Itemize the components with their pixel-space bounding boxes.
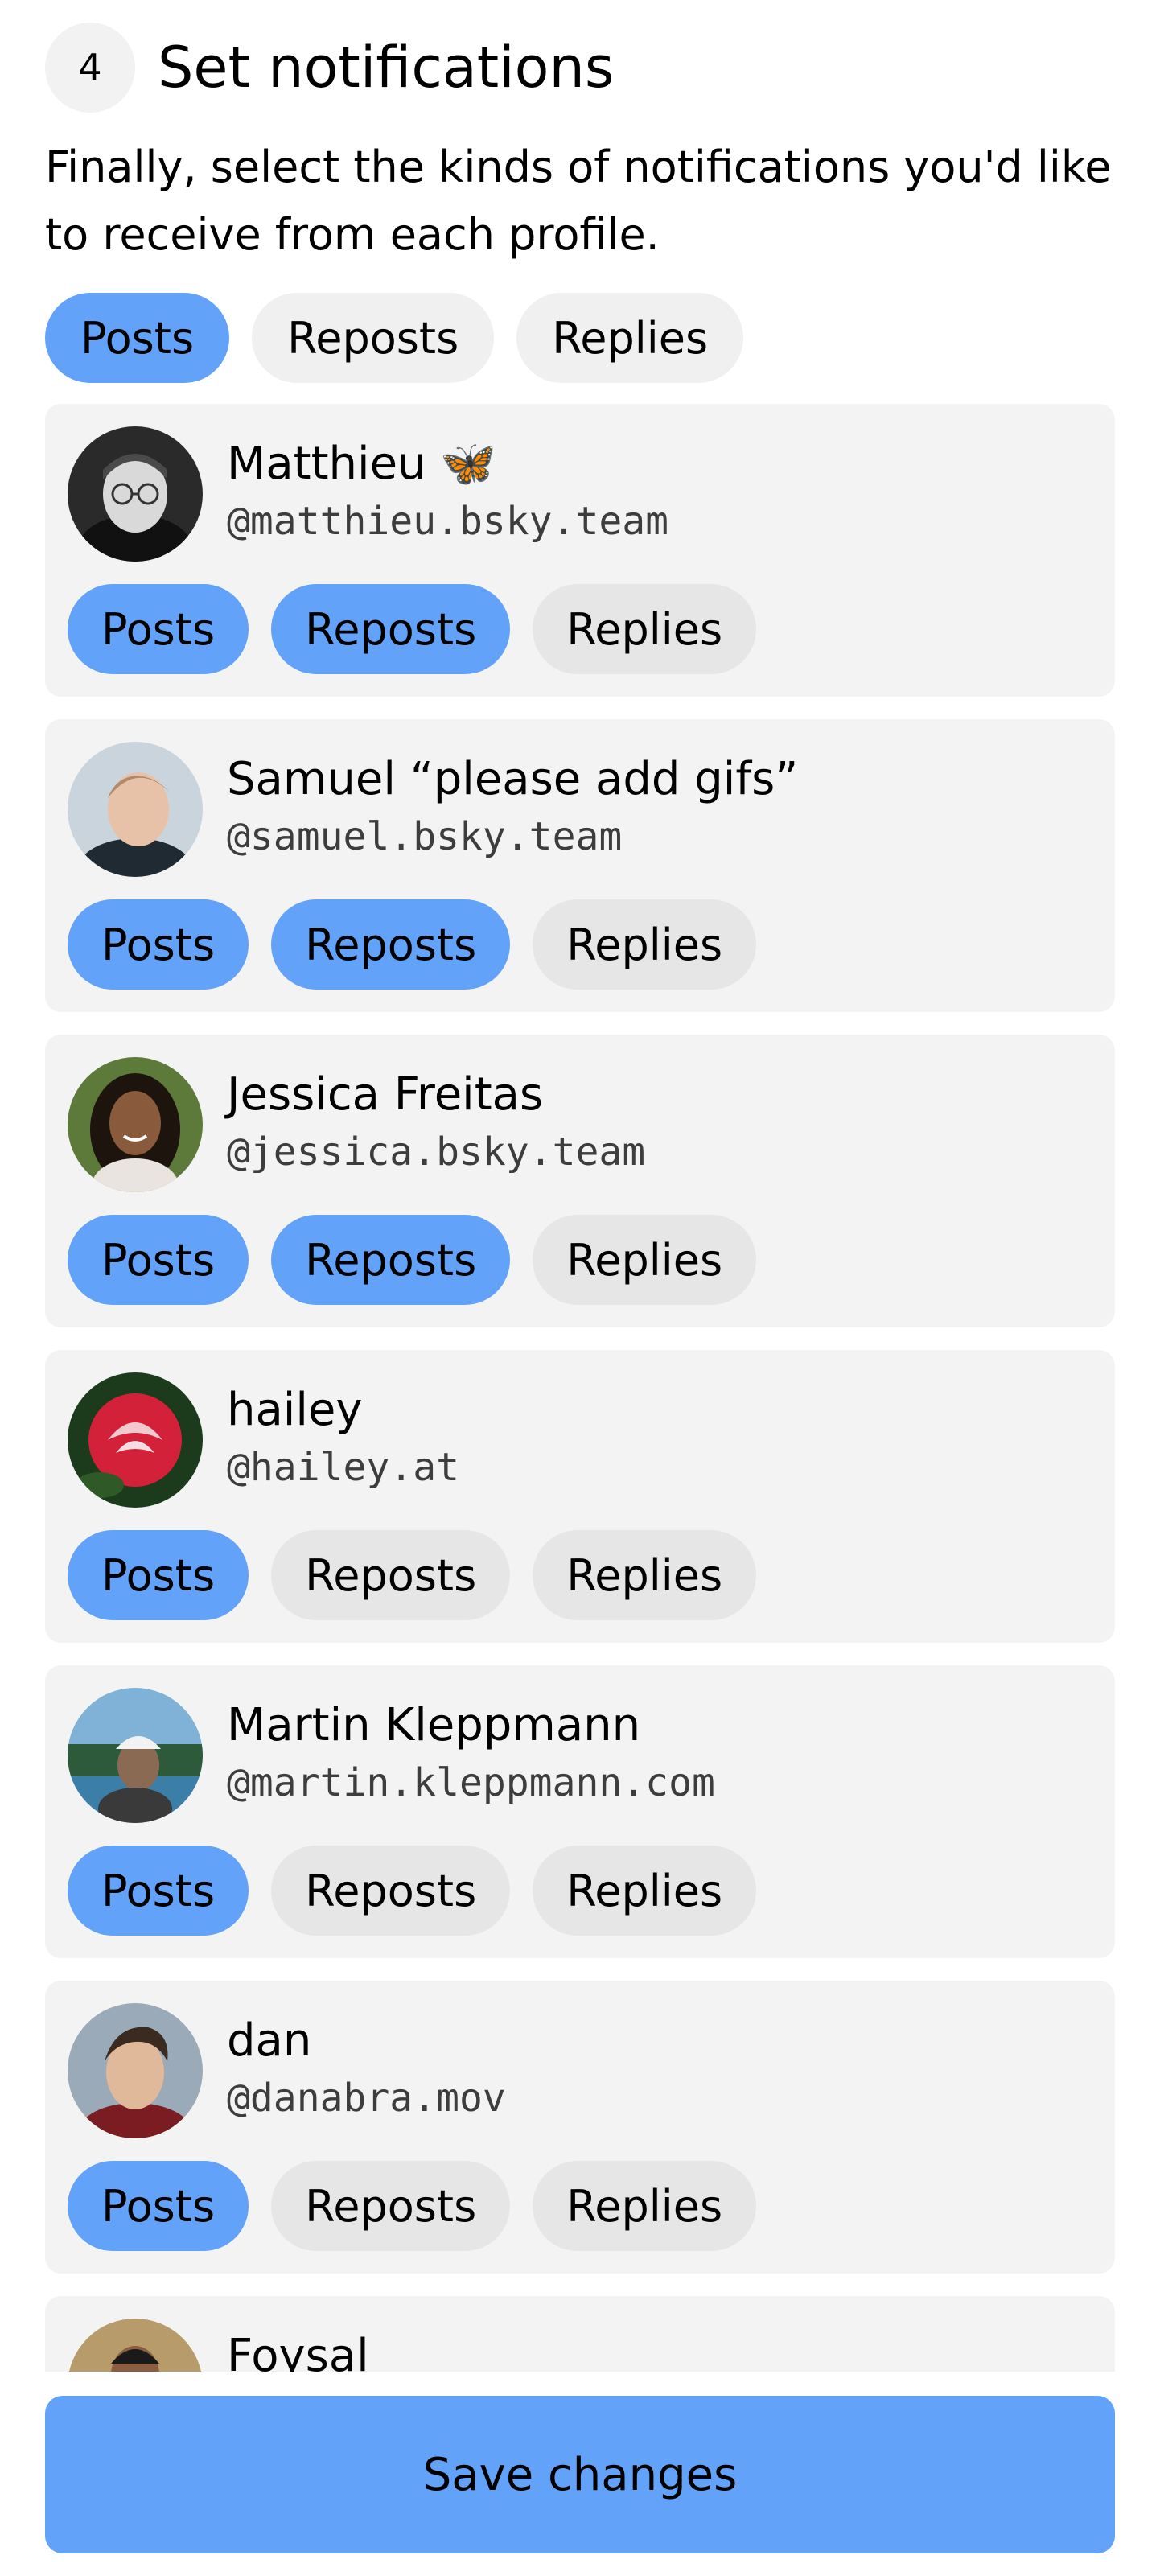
- profile-handle: @jessica.bsky.team: [227, 1130, 646, 1175]
- avatar-jessica-image: [68, 1057, 203, 1192]
- profile-card: Samuel “please add gifs” @samuel.bsky.te…: [45, 719, 1115, 1012]
- notification-toggles: Posts Reposts Replies: [68, 584, 757, 674]
- notification-toggles: Posts Reposts Replies: [68, 1215, 757, 1305]
- section-header: 4 Set notifications: [45, 23, 614, 113]
- avatar: [68, 2003, 203, 2138]
- profile-card: dan @danabra.mov Posts Reposts Replies: [45, 1981, 1115, 2274]
- avatar: [68, 1372, 203, 1508]
- notification-toggles: Posts Reposts Replies: [68, 1530, 757, 1620]
- posts-toggle[interactable]: Posts: [68, 1530, 249, 1620]
- posts-toggle[interactable]: Posts: [68, 1215, 249, 1305]
- reposts-toggle[interactable]: Reposts: [271, 2161, 511, 2251]
- posts-toggle[interactable]: Posts: [68, 899, 249, 990]
- replies-toggle[interactable]: Replies: [533, 2161, 757, 2251]
- notification-toggles: Posts Reposts Replies: [68, 2161, 757, 2251]
- avatar-hailey-image: [68, 1372, 203, 1508]
- notification-toggles: Posts Reposts Replies: [68, 1846, 757, 1936]
- filter-tab-replies[interactable]: Replies: [516, 293, 744, 383]
- profile-name: Foysal: [227, 2330, 369, 2372]
- avatar-dan-image: [68, 2003, 203, 2138]
- page-title: Set notifications: [158, 35, 615, 101]
- profile-list[interactable]: Matthieu 🦋 @matthieu.bsky.team Posts Rep…: [45, 404, 1115, 2372]
- posts-toggle[interactable]: Posts: [68, 584, 249, 674]
- filter-tabs: Posts Reposts Replies: [45, 293, 744, 383]
- replies-toggle[interactable]: Replies: [533, 1215, 757, 1305]
- profile-handle: @samuel.bsky.team: [227, 814, 623, 859]
- save-changes-button[interactable]: Save changes: [45, 2396, 1115, 2553]
- profile-card: Matthieu 🦋 @matthieu.bsky.team Posts Rep…: [45, 404, 1115, 697]
- profile-name: Matthieu 🦋: [227, 438, 497, 490]
- replies-toggle[interactable]: Replies: [533, 584, 757, 674]
- posts-toggle[interactable]: Posts: [68, 1846, 249, 1936]
- profile-name: Martin Kleppmann: [227, 1699, 641, 1751]
- step-number-badge: 4: [45, 23, 135, 113]
- reposts-toggle[interactable]: Reposts: [271, 1846, 511, 1936]
- filter-tab-posts[interactable]: Posts: [45, 293, 230, 383]
- profile-card: Martin Kleppmann @martin.kleppmann.com P…: [45, 1665, 1115, 1958]
- avatar-martin-image: [68, 1688, 203, 1823]
- profile-name: Jessica Freitas: [227, 1068, 544, 1121]
- avatar: [68, 1057, 203, 1192]
- avatar: [68, 742, 203, 877]
- avatar-foysal-image: [68, 2319, 203, 2372]
- profile-name: dan: [227, 2014, 312, 2067]
- profile-card: Foysal: [45, 2296, 1115, 2372]
- reposts-toggle[interactable]: Reposts: [271, 899, 511, 990]
- intro-text: Finally, select the kinds of notificatio…: [45, 142, 1112, 260]
- avatar: [68, 1688, 203, 1823]
- avatar-samuel-image: [68, 742, 203, 877]
- reposts-toggle[interactable]: Reposts: [271, 1215, 511, 1305]
- profile-handle: @hailey.at: [227, 1445, 459, 1490]
- reposts-toggle[interactable]: Reposts: [271, 1530, 511, 1620]
- profile-handle: @martin.kleppmann.com: [227, 1760, 715, 1805]
- avatar-matthieu-image: [68, 426, 203, 562]
- posts-toggle[interactable]: Posts: [68, 2161, 249, 2251]
- filter-tab-reposts[interactable]: Reposts: [252, 293, 495, 383]
- profile-handle: @matthieu.bsky.team: [227, 499, 669, 544]
- profile-handle: @danabra.mov: [227, 2076, 506, 2121]
- avatar: [68, 2319, 203, 2372]
- avatar: [68, 426, 203, 562]
- replies-toggle[interactable]: Replies: [533, 899, 757, 990]
- notification-toggles: Posts Reposts Replies: [68, 899, 757, 990]
- profile-name: hailey: [227, 1384, 363, 1436]
- replies-toggle[interactable]: Replies: [533, 1846, 757, 1936]
- profile-card: hailey @hailey.at Posts Reposts Replies: [45, 1350, 1115, 1643]
- reposts-toggle[interactable]: Reposts: [271, 584, 511, 674]
- replies-toggle[interactable]: Replies: [533, 1530, 757, 1620]
- profile-name: Samuel “please add gifs”: [227, 753, 799, 805]
- profile-card: Jessica Freitas @jessica.bsky.team Posts…: [45, 1035, 1115, 1327]
